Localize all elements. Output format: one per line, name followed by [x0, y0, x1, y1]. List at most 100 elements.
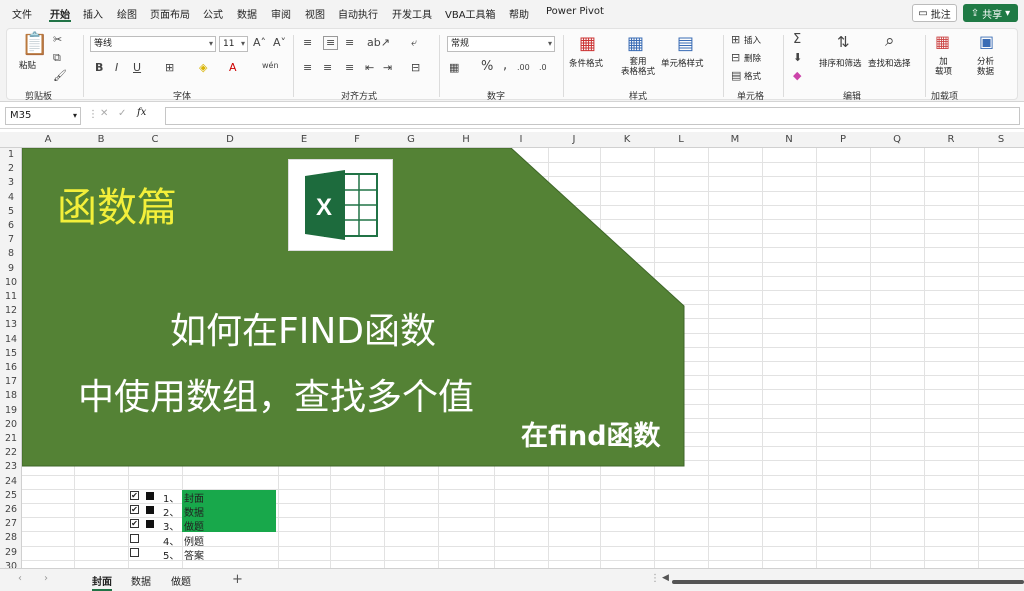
fill-icon[interactable]: ⬇: [793, 52, 802, 64]
sheet-tab-cover[interactable]: 封面: [92, 573, 112, 591]
align-left-icon[interactable]: ≡: [303, 62, 312, 74]
format-painter-icon[interactable]: 🖌: [53, 70, 67, 82]
row-header[interactable]: 25: [0, 490, 22, 501]
checkbox[interactable]: ✔: [130, 519, 139, 529]
row-header[interactable]: 5: [0, 206, 22, 217]
row-header[interactable]: 10: [0, 277, 22, 288]
cut-icon[interactable]: ✂: [53, 34, 62, 46]
paste-label[interactable]: 粘贴: [19, 59, 36, 71]
scroll-right-icon[interactable]: ›: [44, 573, 48, 584]
align-middle-icon[interactable]: ≡: [323, 36, 339, 50]
menu-draw[interactable]: 绘图: [117, 6, 137, 21]
insert-cells-icon[interactable]: ⊞: [731, 34, 740, 46]
toc-link[interactable]: 数据: [182, 504, 276, 519]
column-header[interactable]: D: [182, 134, 278, 145]
analyze-data-label[interactable]: 分析 数据: [977, 57, 994, 77]
font-name-select[interactable]: 等线 ▾: [90, 36, 216, 52]
toc-link[interactable]: 答案: [182, 547, 276, 562]
menu-help[interactable]: 帮助: [509, 6, 529, 21]
row-header[interactable]: 16: [0, 362, 22, 373]
align-center-icon[interactable]: ≡: [323, 62, 332, 74]
cancel-icon[interactable]: ✕: [100, 108, 108, 119]
increase-indent-icon[interactable]: ⇥: [383, 62, 392, 74]
comma-icon[interactable]: ,: [503, 59, 507, 72]
toc-link[interactable]: 例题: [182, 533, 276, 548]
column-header[interactable]: K: [600, 134, 654, 145]
formula-input[interactable]: [165, 107, 1020, 125]
borders-icon[interactable]: ⊞: [165, 62, 174, 74]
format-cells-label[interactable]: 格式: [744, 70, 761, 82]
font-color-icon[interactable]: A: [229, 62, 237, 74]
menu-formulas[interactable]: 公式: [203, 6, 223, 21]
conditional-format-label[interactable]: 条件格式: [569, 57, 603, 69]
increase-decimal-icon[interactable]: .00: [517, 62, 530, 74]
row-header[interactable]: 1: [0, 149, 22, 160]
comments-button[interactable]: ▭ 批注: [912, 4, 957, 22]
column-header[interactable]: B: [74, 134, 128, 145]
find-select-icon[interactable]: ⌕: [885, 32, 895, 50]
checkbox[interactable]: [130, 533, 139, 543]
decrease-font-icon[interactable]: A˅: [273, 37, 286, 49]
increase-font-icon[interactable]: A˄: [253, 37, 266, 49]
menu-file[interactable]: 文件: [12, 6, 32, 21]
toc-link[interactable]: 封面: [182, 490, 276, 505]
column-header[interactable]: J: [548, 134, 600, 145]
row-header[interactable]: 8: [0, 248, 22, 259]
table-format-label[interactable]: 套用 表格格式: [621, 57, 655, 77]
row-header[interactable]: 18: [0, 390, 22, 401]
find-select-label[interactable]: 查找和选择: [868, 57, 911, 69]
row-header[interactable]: 29: [0, 547, 22, 558]
menu-review[interactable]: 审阅: [271, 6, 291, 21]
row-header[interactable]: 21: [0, 433, 22, 444]
menu-power-pivot[interactable]: Power Pivot: [546, 6, 604, 17]
menu-page-layout[interactable]: 页面布局: [150, 6, 190, 21]
scroll-left-icon[interactable]: ‹: [18, 573, 22, 584]
row-header[interactable]: 19: [0, 405, 22, 416]
row-header[interactable]: 17: [0, 376, 22, 387]
row-header[interactable]: 15: [0, 348, 22, 359]
menu-developer[interactable]: 开发工具: [392, 6, 432, 21]
wrap-text-icon[interactable]: ⤶: [411, 37, 417, 49]
column-header[interactable]: R: [924, 134, 978, 145]
row-header[interactable]: 22: [0, 447, 22, 458]
delete-cells-label[interactable]: 删除: [744, 52, 761, 64]
sheet-tab-exercise[interactable]: 做题: [171, 573, 191, 588]
row-header[interactable]: 12: [0, 305, 22, 316]
decrease-indent-icon[interactable]: ⇤: [365, 62, 374, 74]
menu-home[interactable]: 开始: [50, 6, 70, 21]
number-format-select[interactable]: 常规 ▾: [447, 36, 555, 52]
row-header[interactable]: 28: [0, 532, 22, 543]
column-header[interactable]: Q: [870, 134, 924, 145]
row-header[interactable]: 23: [0, 461, 22, 472]
fill-color-icon[interactable]: ◈: [199, 62, 207, 74]
name-box[interactable]: M35 ▾: [5, 107, 81, 125]
align-bottom-icon[interactable]: ≡: [345, 37, 354, 49]
row-header[interactable]: 24: [0, 476, 22, 487]
column-header[interactable]: H: [438, 134, 494, 145]
decrease-decimal-icon[interactable]: .0: [539, 62, 547, 74]
menu-insert[interactable]: 插入: [83, 6, 103, 21]
cell-style-icon[interactable]: ▤: [677, 35, 694, 53]
horizontal-scrollbar[interactable]: [672, 580, 1024, 584]
align-top-icon[interactable]: ≡: [303, 37, 312, 49]
row-header[interactable]: 9: [0, 263, 22, 274]
row-header[interactable]: 30: [0, 561, 22, 568]
column-header[interactable]: F: [330, 134, 384, 145]
checkbox[interactable]: ✔: [130, 491, 139, 500]
italic-icon[interactable]: I: [115, 62, 118, 74]
row-header[interactable]: 2: [0, 163, 22, 174]
analyze-data-icon[interactable]: ▣: [979, 33, 994, 51]
font-size-select[interactable]: 11 ▾: [219, 36, 248, 52]
format-cells-icon[interactable]: ▤: [731, 70, 741, 82]
sort-filter-icon[interactable]: ⇅: [837, 34, 850, 50]
menu-data[interactable]: 数据: [237, 6, 257, 21]
addins-label[interactable]: 加 载项: [935, 57, 952, 77]
underline-icon[interactable]: U: [133, 62, 141, 74]
addins-icon[interactable]: ▦: [935, 33, 950, 51]
column-header[interactable]: S: [978, 134, 1024, 145]
column-header[interactable]: E: [278, 134, 330, 145]
merge-icon[interactable]: ⊟: [411, 62, 420, 74]
add-sheet-icon[interactable]: +: [232, 572, 243, 587]
column-header[interactable]: C: [128, 134, 182, 145]
enter-icon[interactable]: ✓: [118, 108, 126, 119]
